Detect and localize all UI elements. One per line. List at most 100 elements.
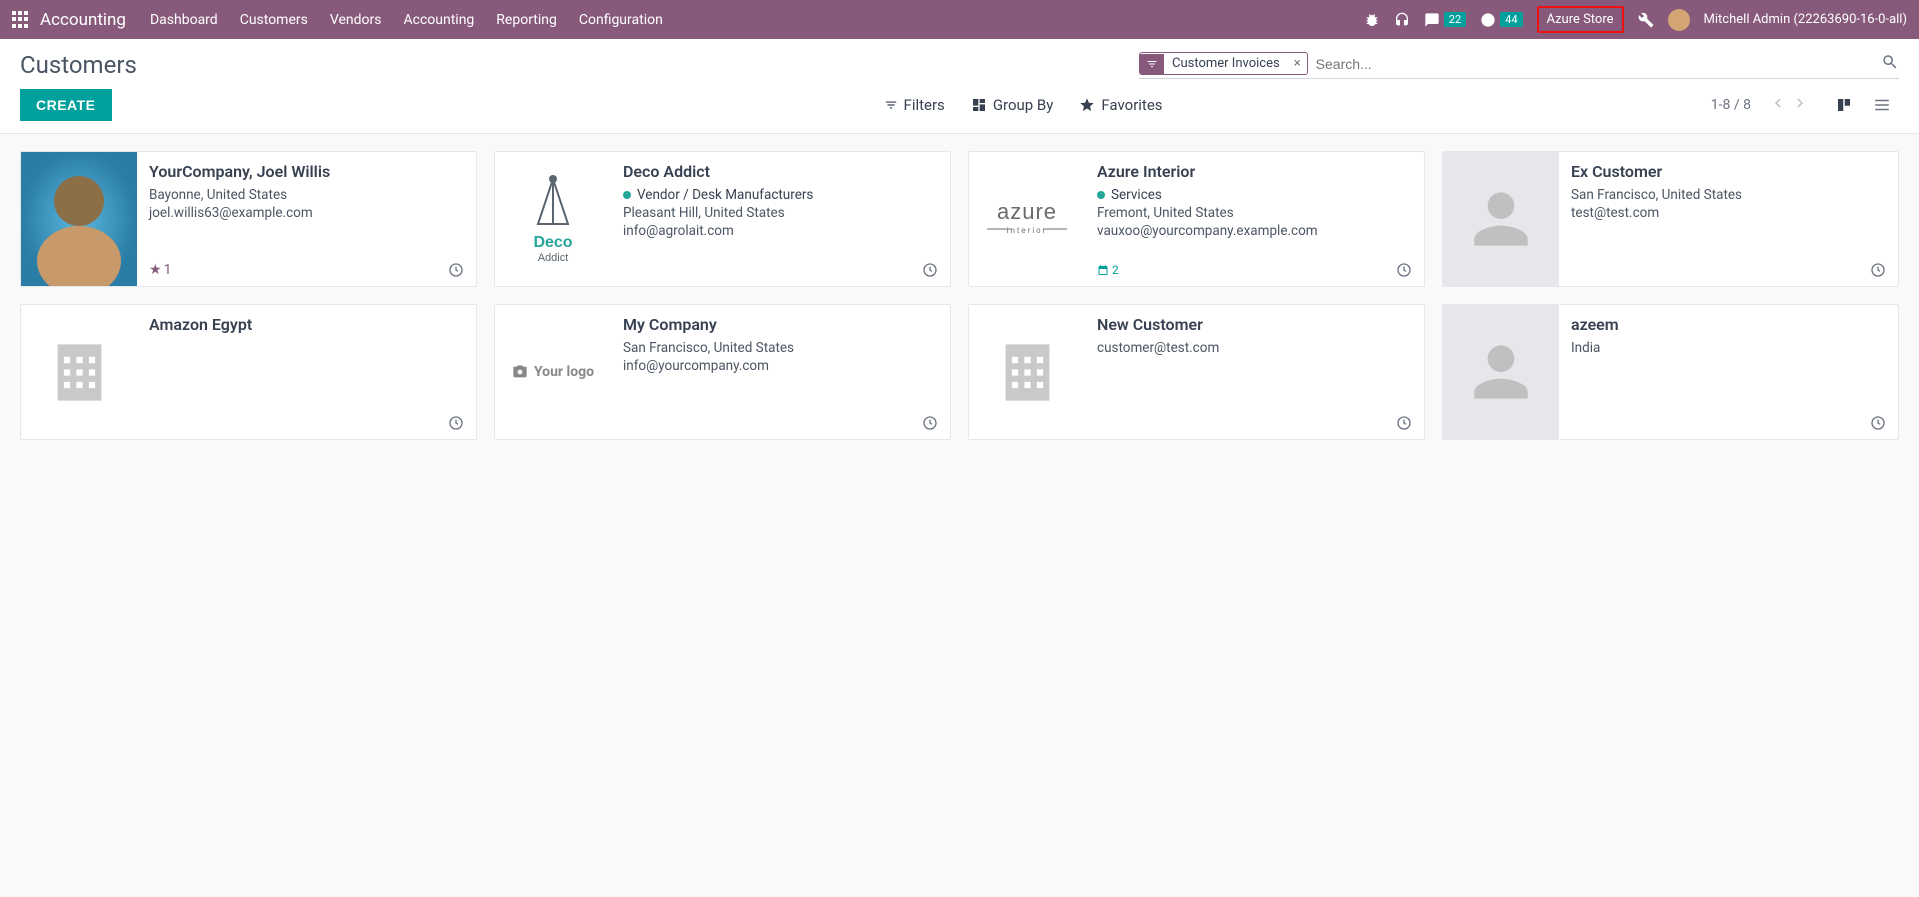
card-email: vauxoo@yourcompany.example.com [1097,223,1412,239]
card-title: Azure Interior [1097,162,1412,181]
pager-prev[interactable] [1769,94,1787,116]
customer-card[interactable]: New Customer customer@test.com [968,304,1425,440]
card-title: New Customer [1097,315,1412,334]
building-placeholder-icon [969,305,1085,439]
tag-dot-icon [623,191,631,199]
card-title: azeem [1571,315,1886,334]
menu-reporting[interactable]: Reporting [496,12,557,28]
clock-icon[interactable] [1870,415,1886,431]
card-image [1443,152,1559,286]
kanban-view: YourCompany, Joel Willis Bayonne, United… [0,134,1919,457]
pager-next[interactable] [1791,94,1809,116]
menu-vendors[interactable]: Vendors [330,12,382,28]
svg-text:Addict: Addict [538,252,569,264]
clock-icon[interactable] [922,415,938,431]
card-tag: Vendor / Desk Manufacturers [623,187,938,203]
card-title: Amazon Egypt [149,315,464,334]
svg-text:azure: azure [997,199,1057,224]
groupby-label: Group By [993,96,1054,114]
card-title: Ex Customer [1571,162,1886,181]
card-image [21,305,137,439]
support-icon[interactable] [1394,12,1410,28]
card-location: San Francisco, United States [623,340,938,356]
card-location: Fremont, United States [1097,205,1412,221]
card-image: DecoAddict [495,152,611,286]
pager-text[interactable]: 1-8 / 8 [1711,97,1751,113]
tools-icon[interactable] [1638,12,1654,28]
search-icon[interactable] [1881,53,1899,75]
messages-badge: 22 [1444,12,1466,27]
filter-icon [1140,54,1164,74]
customer-card[interactable]: azure interior Azure Interior Services Fr… [968,151,1425,287]
customer-card[interactable]: Ex Customer San Francisco, United States… [1442,151,1899,287]
clock-icon[interactable] [922,262,938,278]
card-title: My Company [623,315,938,334]
customer-card[interactable]: Your logo My Company San Francisco, Unit… [494,304,951,440]
customer-card[interactable]: azeem India [1442,304,1899,440]
tag-dot-icon [1097,191,1105,199]
clock-icon[interactable] [448,262,464,278]
card-email: joel.willis63@example.com [149,205,464,221]
card-email: test@test.com [1571,205,1886,221]
card-image [21,152,137,286]
kanban-view-button[interactable] [1827,90,1861,120]
facet-label: Customer Invoices [1164,53,1288,74]
clock-icon[interactable] [448,415,464,431]
clock-icon[interactable] [1870,262,1886,278]
app-name[interactable]: Accounting [40,10,126,30]
card-email: info@agrolait.com [623,223,938,239]
svg-text:interior: interior [1007,226,1047,235]
activities-icon[interactable]: 44 [1480,12,1522,28]
messages-icon[interactable]: 22 [1424,12,1466,28]
search-bar[interactable]: Customer Invoices × [1139,52,1899,79]
card-email: customer@test.com [1097,340,1412,356]
menu-configuration[interactable]: Configuration [579,12,663,28]
list-view-button[interactable] [1865,90,1899,120]
person-placeholder-icon [1443,305,1559,439]
yourlogo-placeholder: Your logo [512,364,594,380]
groupby-dropdown[interactable]: Group By [971,96,1054,114]
activities-badge: 44 [1500,12,1522,27]
company-selector[interactable]: Azure Store [1537,6,1624,33]
building-placeholder-icon [21,305,137,439]
menu-customers[interactable]: Customers [240,12,308,28]
breadcrumb: Customers [20,51,137,79]
card-location: Pleasant Hill, United States [623,205,938,221]
favorites-dropdown[interactable]: Favorites [1079,96,1162,114]
customer-card[interactable]: DecoAddict Deco Addict Vendor / Desk Man… [494,151,951,287]
card-image: Your logo [495,305,611,439]
favorites-label: Favorites [1101,96,1162,114]
card-image [1443,305,1559,439]
card-title: Deco Addict [623,162,938,181]
card-location: India [1571,340,1886,356]
create-button[interactable]: CREATE [20,89,112,121]
card-image: azure interior [969,152,1085,286]
facet-remove[interactable]: × [1288,56,1307,71]
card-email: info@yourcompany.com [623,358,938,374]
clock-icon[interactable] [1396,415,1412,431]
control-panel: Customers Customer Invoices × CREATE Fil… [0,39,1919,134]
main-navbar: Accounting Dashboard Customers Vendors A… [0,0,1919,39]
user-name[interactable]: Mitchell Admin (22263690-16-0-all) [1704,12,1907,27]
card-location: San Francisco, United States [1571,187,1886,203]
calendar-icon[interactable]: 2 [1097,263,1119,277]
user-avatar[interactable] [1668,9,1690,31]
search-facet: Customer Invoices × [1139,52,1308,75]
star-icon[interactable]: ★1 [149,262,171,278]
filters-label: Filters [904,96,945,114]
card-location: Bayonne, United States [149,187,464,203]
menu-dashboard[interactable]: Dashboard [150,12,218,28]
card-tag: Services [1097,187,1412,203]
card-image [969,305,1085,439]
clock-icon[interactable] [1396,262,1412,278]
customer-card[interactable]: YourCompany, Joel Willis Bayonne, United… [20,151,477,287]
card-title: YourCompany, Joel Willis [149,162,464,181]
debug-icon[interactable] [1364,12,1380,28]
customer-card[interactable]: Amazon Egypt [20,304,477,440]
person-placeholder-icon [1443,152,1559,286]
filters-dropdown[interactable]: Filters [884,96,945,114]
search-input[interactable] [1314,52,1881,76]
apps-icon[interactable] [12,11,30,29]
svg-text:Deco: Deco [533,234,572,251]
menu-accounting[interactable]: Accounting [403,12,474,28]
